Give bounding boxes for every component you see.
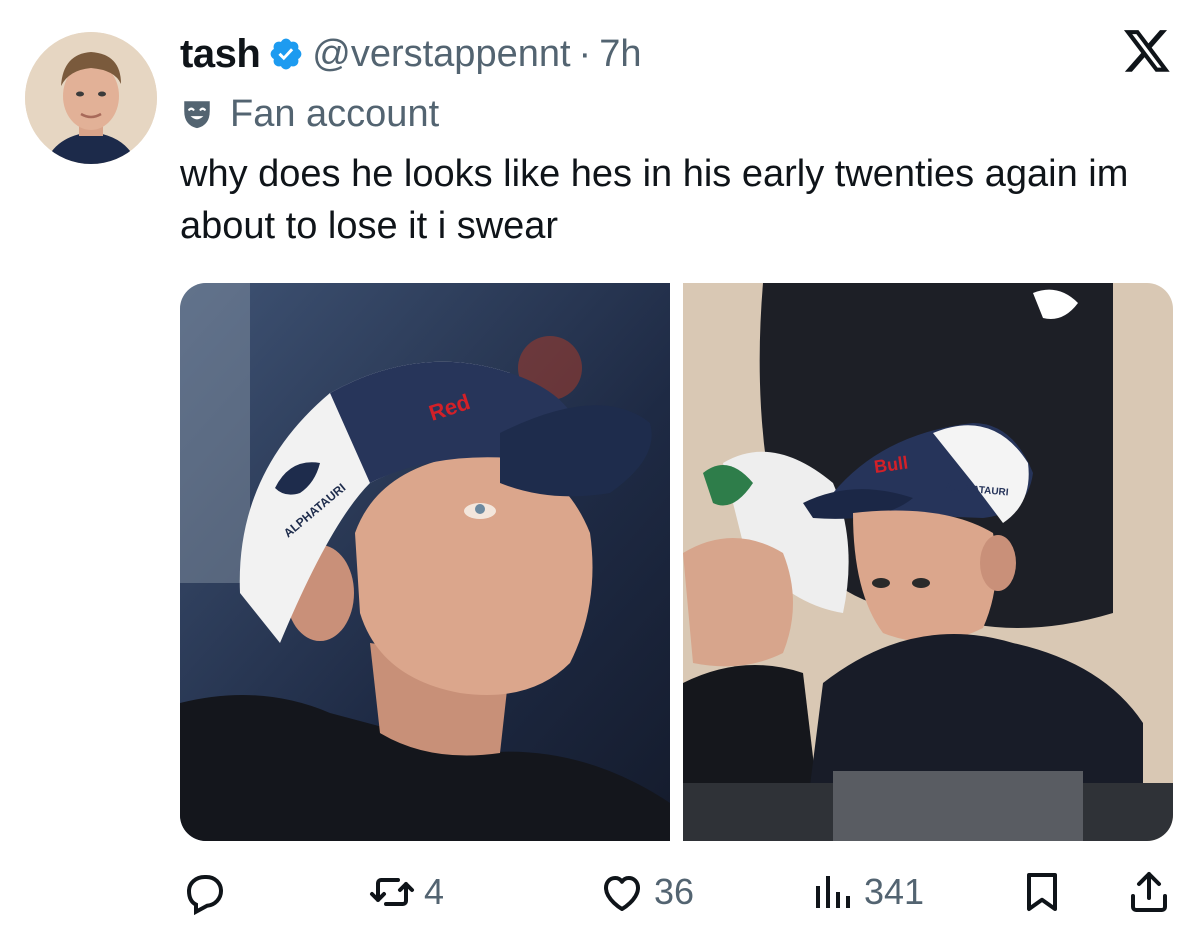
bookmark-button[interactable] (1018, 858, 1066, 926)
share-icon (1125, 868, 1173, 916)
like-count: 36 (654, 871, 695, 912)
tweet-header: tash @verstappennt · 7h (180, 26, 641, 82)
account-label-text: Fan account (230, 92, 440, 135)
timestamp[interactable]: 7h (599, 33, 641, 76)
action-bar: 4 36 341 (180, 858, 1173, 926)
handle[interactable]: @verstappennt (312, 33, 570, 76)
x-logo-icon (1122, 30, 1172, 76)
display-name[interactable]: tash (180, 32, 261, 77)
tweet-media[interactable]: Red ALPHATAURI Bull ALPHATAURI (180, 283, 1173, 841)
share-button[interactable] (1125, 858, 1173, 926)
media-divider (670, 283, 683, 841)
avatar[interactable] (25, 32, 157, 164)
retweet-button[interactable]: 4 (368, 858, 444, 926)
photo-right[interactable]: Bull ALPHATAURI (683, 283, 1173, 841)
verified-badge-icon[interactable] (268, 36, 304, 72)
heart-icon (598, 868, 646, 916)
retweet-icon (368, 868, 416, 916)
photo-left[interactable]: Red ALPHATAURI (180, 283, 670, 841)
views-icon (808, 868, 856, 916)
retweet-count: 4 (424, 871, 445, 912)
theater-mask-icon (180, 97, 214, 131)
tweet-text: why does he looks like hes in his early … (180, 153, 1129, 247)
reply-icon (180, 868, 228, 916)
account-label: Fan account (180, 88, 439, 140)
reply-button[interactable] (180, 858, 228, 926)
like-button[interactable]: 36 (598, 858, 694, 926)
separator-dot: · (578, 32, 592, 75)
views-button[interactable]: 341 (808, 858, 924, 926)
views-count: 341 (864, 871, 925, 912)
bookmark-icon (1018, 868, 1066, 916)
